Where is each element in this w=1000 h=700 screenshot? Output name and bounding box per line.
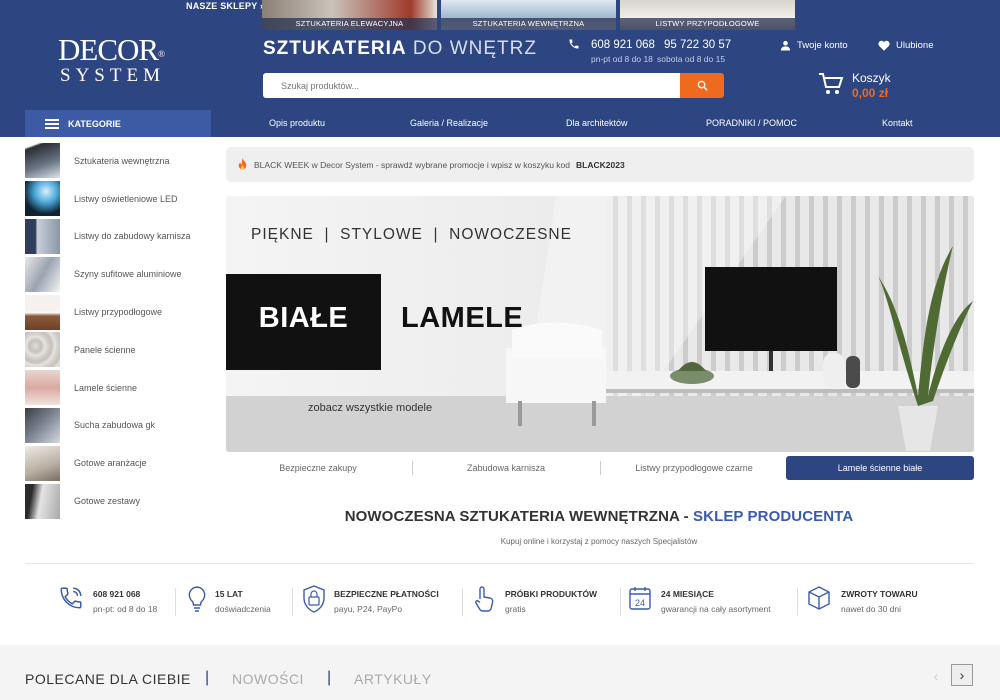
phone-number-1[interactable]: 608 921 068 [591,39,655,51]
categories-label: KATEGORIE [68,118,121,129]
search-icon [697,80,708,91]
nav-dla-architektow[interactable]: Dla architektów [566,118,628,128]
sidebar-item-aranzacje[interactable]: Gotowe aranżacje [25,444,215,482]
search-button[interactable] [680,73,724,98]
nav-poradniki[interactable]: PORADNIKI / POMOC [706,118,797,128]
category-thumb [25,143,60,179]
sidebar-item-przypodlogowe[interactable]: Listwy przypodłogowe [25,293,215,331]
cart-value: 0,00 zł [852,86,889,100]
shops-label: NASZE SKLEPY › [186,1,264,11]
shop-thumb-facade[interactable]: SZTUKATERIA ELEWACYJNA [262,0,437,30]
hand-pointer-icon [475,586,494,612]
shops-strip: NASZE SKLEPY › SZTUKATERIA ELEWACYJNA SZ… [0,0,1000,30]
banner-tagline: PIĘKNE | STYLOWE | NOWOCZESNE [251,226,572,243]
favorites-link[interactable]: Ulubione [878,40,934,51]
tab-nowosci[interactable]: NOWOŚCI [232,671,304,687]
nav-galeria[interactable]: Galeria / Realizacje [410,118,488,128]
phone-icon [569,39,579,49]
promo-bar[interactable]: BLACK WEEK w Decor System - sprawdź wybr… [226,147,974,182]
sidebar-item-led[interactable]: Listwy oświetleniowe LED [25,180,215,218]
sidebar-item-karnisz[interactable]: Listwy do zabudowy karnisza [25,218,215,256]
banner-tabs: Bezpieczne zakupy Zabudowa karnisza List… [226,456,974,480]
ssl-lock-icon [303,585,325,613]
sidebar-item-panele[interactable]: Panele ścienne [25,331,215,369]
promo-code: BLACK2023 [576,159,625,170]
sidebar-item-szyny[interactable]: Szyny sufitowe aluminiowe [25,255,215,293]
logo[interactable]: DECOR® SYSTEM [58,34,188,86]
sidebar-item-sucha-zabudowa[interactable]: Sucha zabudowa gk [25,407,215,445]
cart-icon[interactable] [818,72,844,96]
svg-text:24: 24 [635,598,645,608]
category-thumb [25,181,60,217]
sidebar-item-lamele[interactable]: Lamele ścienne [25,369,215,407]
chevron-right-icon: › [959,667,965,683]
lightbulb-icon [188,586,206,612]
fire-icon [238,158,247,170]
divider [175,588,176,616]
banner-cta[interactable]: zobacz wszystkie modele [308,402,432,414]
page-title: SZTUKATERIA DO WNĘTRZ [263,38,537,59]
promo-text: BLACK WEEK w Decor System - sprawdź wybr… [254,159,571,170]
sidebar-item-sztukateria[interactable]: Sztukateria wewnętrzna [25,142,215,180]
category-thumb [25,256,60,292]
shop-thumb-skirting[interactable]: LISTWY PRZYPODŁOGOWE [620,0,795,30]
divider [25,563,973,564]
shop-thumb-interior[interactable]: SZTUKATERIA WEWNĘTRZNA [441,0,616,30]
hours-saturday: sobota od 8 do 15 [657,54,726,64]
calendar-icon: 24 [629,587,651,610]
cart-label[interactable]: Koszyk [852,71,891,85]
divider [797,588,798,616]
hours-weekday: pn-pt od 8 do 18 [591,54,653,64]
banner-word-biale: BIAŁE [258,302,349,334]
section-heading: NOWOCZESNA SZTUKATERIA WEWNĘTRZNA - SKLE… [344,508,854,525]
banner-word-lamele: LAMELE [401,302,524,334]
box-icon [808,586,830,610]
banner-tab-bezpieczne[interactable]: Bezpieczne zakupy [226,456,410,480]
banner-tab-przypodlogowe[interactable]: Listwy przypodłogowe czarne [602,456,786,480]
carousel-next-button[interactable]: › [951,664,973,686]
divider: | [327,669,332,686]
heart-icon [878,40,890,51]
favorites-label: Ulubione [896,40,934,51]
account-label: Twoje konto [797,40,848,51]
carousel-prev-button[interactable]: ‹ [926,666,946,686]
phone-number-2[interactable]: 95 722 30 57 [664,39,731,51]
divider [620,588,621,616]
category-sidebar: Sztukateria wewnętrzna Listwy oświetleni… [25,142,215,520]
divider [412,461,413,475]
menu-icon [45,118,59,129]
category-thumb [25,445,60,481]
banner-tab-lamele[interactable]: Lamele ścienne białe [786,456,974,480]
section-subheading: Kupuj online i korzystaj z pomocy naszyc… [500,537,698,546]
nav-opis-produktu[interactable]: Opis produktu [269,118,325,128]
category-thumb [25,218,60,254]
divider: | [205,669,210,686]
tab-polecane[interactable]: POLECANE DLA CIEBIE [25,671,191,687]
divider [292,588,293,616]
account-link[interactable]: Twoje konto [780,40,848,51]
phone-icon [60,587,82,609]
divider [462,588,463,616]
categories-button[interactable]: KATEGORIE [25,110,211,137]
tab-artykuly[interactable]: ARTYKUŁY [354,671,432,687]
hero-banner[interactable]: PIĘKNE | STYLOWE | NOWOCZESNE BIAŁE LAME… [226,196,974,452]
user-icon [780,40,791,51]
category-thumb [25,332,60,368]
nav-kontakt[interactable]: Kontakt [882,118,913,128]
chevron-left-icon: ‹ [933,668,939,684]
banner-tab-karnisz[interactable]: Zabudowa karnisza [414,456,598,480]
category-thumb [25,294,60,330]
category-thumb [25,370,60,406]
search-input[interactable] [263,73,680,98]
category-thumb [25,407,60,443]
divider [600,461,601,475]
